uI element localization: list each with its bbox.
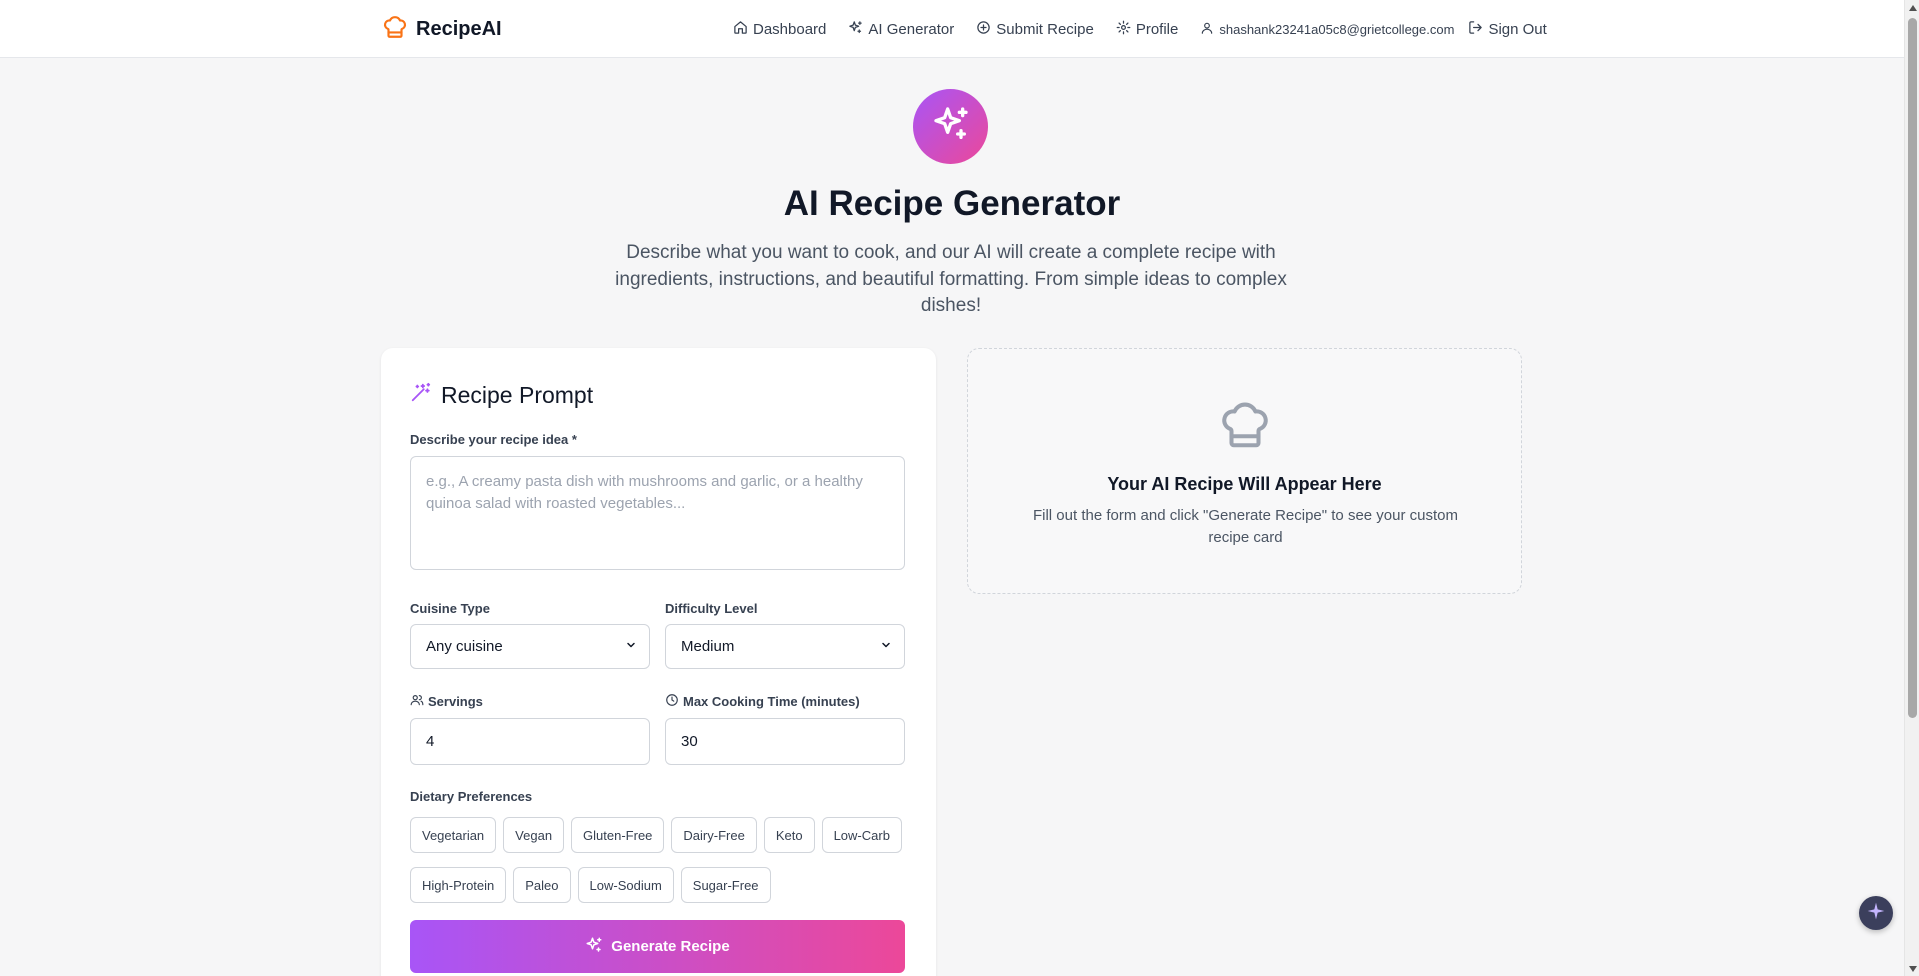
plus-circle-icon [976,20,991,39]
sign-out-label: Sign Out [1488,20,1547,38]
chip-keto[interactable]: Keto [763,817,815,853]
sparkles-icon [931,104,971,149]
preview-title: Your AI Recipe Will Appear Here [1107,474,1382,494]
nav-dashboard-label: Dashboard [753,20,827,38]
sparkles-icon [585,936,603,958]
card-title-text: Recipe Prompt [441,381,594,408]
hero-sparkles-badge [913,89,988,164]
nav-dashboard[interactable]: Dashboard [733,20,826,39]
user-email-text: shashank23241a05c8@grietcollege.com [1219,21,1455,37]
page-title: AI Recipe Generator [783,184,1121,223]
servings-input[interactable] [410,718,650,765]
user-icon [1200,21,1214,38]
log-out-icon [1468,20,1483,39]
max-cooking-time-input[interactable] [665,718,905,765]
chevron-down-icon [880,638,892,655]
preview-description: Fill out the form and click "Generate Re… [1032,507,1458,546]
chip-low-sodium[interactable]: Low-Sodium [577,867,674,903]
difficulty-select-value: Medium [681,638,735,655]
recipe-preview-placeholder: Your AI Recipe Will Appear Here Fill out… [967,348,1522,594]
chip-paleo[interactable]: Paleo [513,867,571,903]
nav-profile-label: Profile [1135,20,1179,38]
prompt-label: Describe your recipe idea * [410,432,577,447]
page-description: Describe what you want to cook, and our … [615,242,1287,316]
chef-hat-icon [1218,398,1272,457]
magic-wand-icon [410,381,432,409]
chip-vegetarian[interactable]: Vegetarian [410,817,497,853]
nav-ai-generator[interactable]: AI Generator [848,20,954,39]
chip-high-protein[interactable]: High-Protein [410,867,507,903]
chip-gluten-free[interactable]: Gluten-Free [571,817,665,853]
scroll-down-arrow-icon[interactable] [1905,961,1919,976]
recipe-prompt-card: Recipe Prompt Describe your recipe idea … [381,348,936,976]
cuisine-label: Cuisine Type [410,601,490,616]
nav-submit-recipe-label: Submit Recipe [996,20,1094,38]
nav-ai-generator-label: AI Generator [868,20,955,38]
recipe-idea-textarea[interactable] [410,456,905,570]
nav-profile[interactable]: Profile [1116,20,1179,39]
chip-vegan[interactable]: Vegan [503,817,565,853]
user-email: shashank23241a05c8@grietcollege.com [1200,21,1454,38]
generate-recipe-label: Generate Recipe [611,938,730,955]
gear-icon [1116,20,1131,39]
max-time-label-text: Max Cooking Time (minutes) [683,694,860,709]
cuisine-select[interactable]: Any cuisine [410,624,650,669]
servings-label-text: Servings [428,694,483,709]
assistant-fab-button[interactable] [1859,896,1893,930]
difficulty-select[interactable]: Medium [665,624,905,669]
clock-icon [665,693,679,710]
difficulty-label: Difficulty Level [665,601,758,616]
max-time-label: Max Cooking Time (minutes) [665,693,860,710]
home-icon [733,20,748,39]
brand-name: RecipeAI [416,18,502,40]
chip-low-carb[interactable]: Low-Carb [821,817,902,853]
generate-recipe-button[interactable]: Generate Recipe [410,920,905,973]
scrollbar-thumb[interactable] [1908,18,1917,718]
servings-label: Servings [410,693,483,710]
chip-dairy-free[interactable]: Dairy-Free [671,817,757,853]
main-nav: Dashboard AI Generator Submit Recipe Pro… [733,18,1547,40]
nav-submit-recipe[interactable]: Submit Recipe [976,20,1094,39]
chef-hat-icon [382,14,408,45]
sparkles-icon [848,20,863,39]
dietary-chips: Vegetarian Vegan Gluten-Free Dairy-Free … [410,817,910,903]
users-icon [410,693,424,710]
cuisine-select-value: Any cuisine [426,638,503,655]
brand-logo-link[interactable]: RecipeAI [382,14,502,45]
top-navbar: RecipeAI Dashboard AI Generator Submit R… [0,0,1904,58]
sign-out-button[interactable]: Sign Out [1468,20,1547,39]
card-title: Recipe Prompt [410,381,593,409]
page-scrollbar[interactable] [1904,0,1919,976]
chip-sugar-free[interactable]: Sugar-Free [680,867,771,903]
scroll-up-arrow-icon[interactable] [1905,0,1919,15]
sparkle-icon [1866,901,1886,926]
dietary-label: Dietary Preferences [410,789,533,804]
chevron-down-icon [625,638,637,655]
